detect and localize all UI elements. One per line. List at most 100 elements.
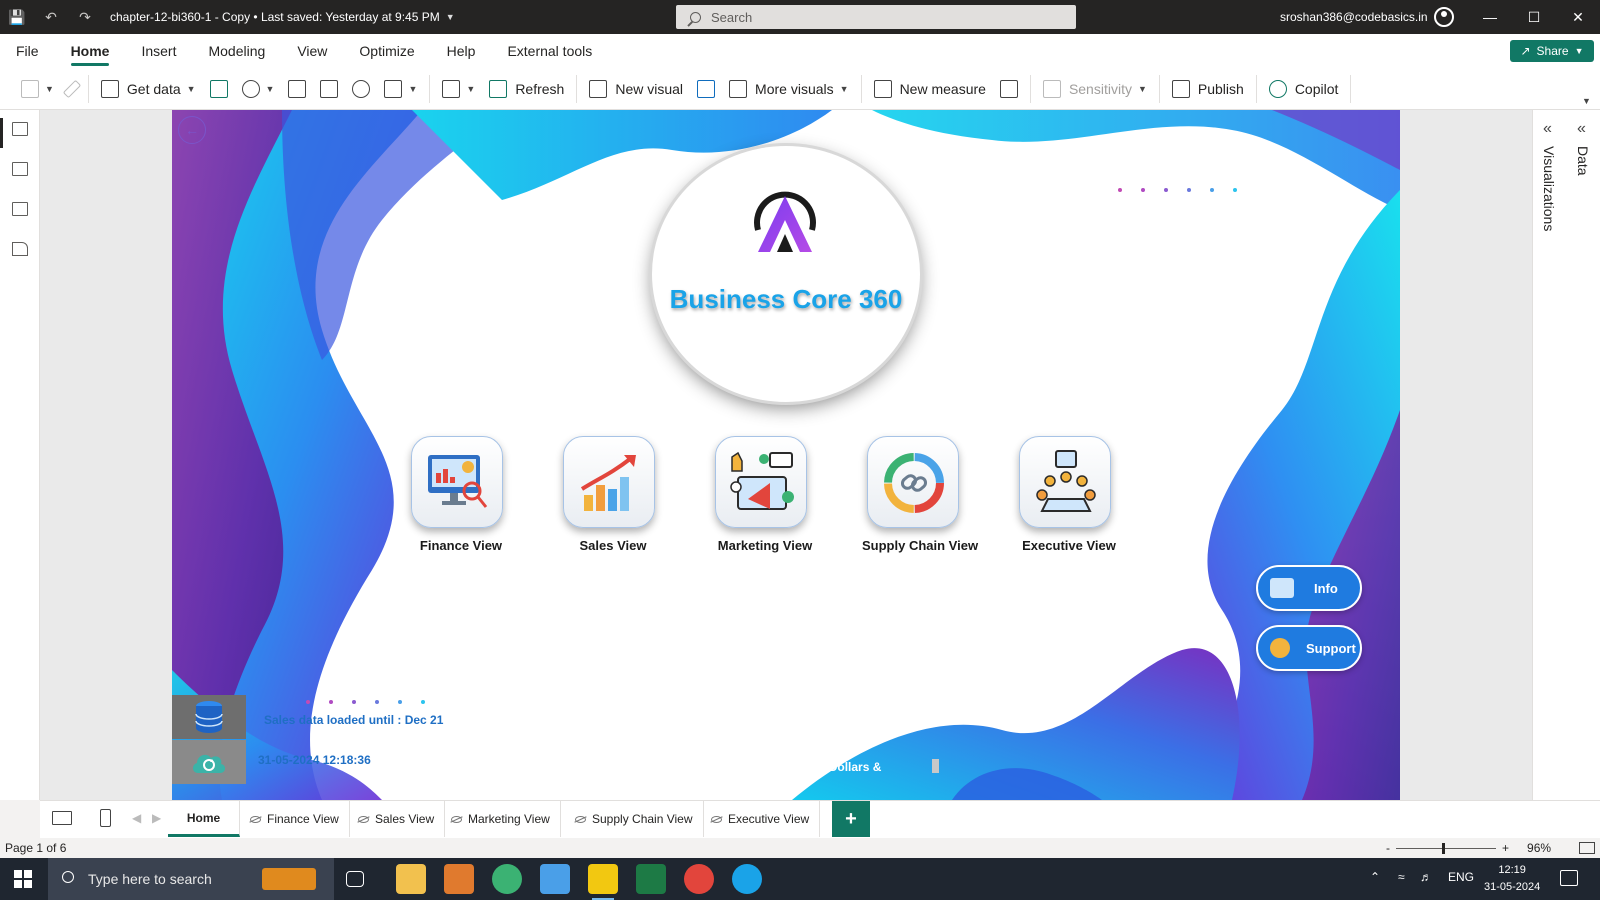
zoom-out-button[interactable]: - — [1386, 841, 1390, 855]
excel-workbook-button[interactable] — [203, 73, 235, 105]
app-title: Business Core 360 — [669, 284, 903, 314]
publish-button[interactable]: Publish — [1165, 73, 1251, 105]
media-player-icon[interactable] — [444, 864, 474, 894]
tab-label: Marketing View — [468, 812, 550, 826]
support-button[interactable]: Support — [1256, 625, 1362, 671]
tray-chevron-up-icon[interactable]: ⌃ — [1370, 870, 1380, 884]
language-indicator[interactable]: ENG — [1448, 870, 1474, 884]
sales-view-button[interactable]: Sales View — [558, 436, 668, 553]
search-box[interactable]: Search — [676, 5, 1076, 29]
zoom-slider[interactable] — [1396, 842, 1496, 854]
marketing-view-button[interactable]: Marketing View — [710, 436, 820, 553]
zoom-slider-knob[interactable] — [1442, 842, 1445, 854]
close-button[interactable]: ✕ — [1556, 0, 1600, 34]
quick-measure-button[interactable] — [993, 73, 1025, 105]
tab-executive-view[interactable]: Executive View — [701, 801, 821, 837]
clock[interactable]: 12:19 31-05-2024 — [1484, 862, 1540, 896]
tab-insert[interactable]: Insert — [125, 34, 192, 68]
fit-to-page-icon[interactable] — [1579, 842, 1596, 854]
expand-chevron-icon[interactable]: « — [1577, 120, 1586, 138]
visualizations-label: Visualizations — [1541, 146, 1557, 232]
hidden-page-icon — [711, 815, 722, 823]
supply-chain-link-icon — [867, 436, 959, 528]
info-button[interactable]: Info — [1256, 565, 1362, 611]
tab-external-tools[interactable]: External tools — [491, 34, 608, 68]
tab-home[interactable]: Home — [55, 34, 126, 68]
text-box-button[interactable] — [690, 73, 722, 105]
volume-icon[interactable]: ♬ — [1420, 870, 1432, 884]
windows-start-icon[interactable] — [14, 870, 32, 888]
transform-data-button[interactable]: ▼ — [435, 73, 482, 105]
edge-icon[interactable] — [732, 864, 762, 894]
scroll-left-icon[interactable]: ◀ — [132, 811, 141, 825]
executive-view-button[interactable]: Executive View — [1014, 436, 1124, 553]
excel-icon[interactable] — [636, 864, 666, 894]
table-view-icon[interactable] — [12, 162, 28, 176]
refresh-button[interactable]: Refresh — [482, 73, 571, 105]
paint-icon[interactable] — [492, 864, 522, 894]
format-painter-button[interactable] — [61, 73, 83, 105]
enter-data-button[interactable] — [313, 73, 345, 105]
tab-home-page[interactable]: Home — [168, 801, 240, 837]
tab-sales-view[interactable]: Sales View — [348, 801, 446, 837]
tab-marketing-view[interactable]: Marketing View — [441, 801, 561, 837]
tab-file[interactable]: File — [0, 34, 55, 68]
sql-button[interactable] — [281, 73, 313, 105]
dataverse-button[interactable] — [345, 73, 377, 105]
more-visuals-button[interactable]: More visuals ▼ — [722, 73, 856, 105]
model-view-icon[interactable] — [12, 202, 28, 216]
visualizations-pane[interactable]: « Visualizations — [1533, 110, 1567, 800]
network-icon[interactable]: ≈ — [1398, 870, 1405, 884]
tab-help[interactable]: Help — [431, 34, 492, 68]
tab-finance-view[interactable]: Finance View — [240, 801, 350, 837]
hidden-page-icon — [575, 815, 586, 823]
avatar[interactable] — [1434, 7, 1454, 27]
more-visuals-label: More visuals — [755, 80, 834, 97]
tab-supply-chain-view[interactable]: Supply Chain View — [565, 801, 704, 837]
collapse-ribbon-chevron-icon[interactable]: ▼ — [1582, 96, 1591, 106]
taskbar-search[interactable]: Type here to search — [48, 858, 334, 900]
minimize-button[interactable]: — — [1468, 0, 1512, 34]
desktop-layout-icon[interactable] — [52, 811, 72, 825]
new-visual-button[interactable]: New visual — [582, 73, 690, 105]
tab-modeling[interactable]: Modeling — [192, 34, 281, 68]
title-chevron-down-icon[interactable]: ▼ — [446, 12, 455, 22]
task-view-icon[interactable] — [346, 871, 364, 887]
paste-button[interactable]: ▼ — [14, 73, 61, 105]
table-icon — [320, 79, 339, 98]
page-tabs-bar: ◀ ▶ Home Finance View Sales View Marketi… — [40, 800, 1600, 838]
get-data-button[interactable]: Get data ▼ — [94, 73, 203, 105]
values-note: Values are in Dollars & — [752, 760, 882, 774]
notifications-icon[interactable] — [1560, 870, 1578, 886]
sensitivity-button[interactable]: Sensitivity ▼ — [1036, 73, 1154, 105]
store-icon[interactable] — [540, 864, 570, 894]
tab-optimize[interactable]: Optimize — [343, 34, 430, 68]
new-measure-button[interactable]: New measure — [867, 73, 993, 105]
power-bi-icon[interactable] — [588, 864, 618, 900]
undo-icon[interactable]: ↶ — [34, 0, 68, 34]
supply-chain-view-button[interactable]: Supply Chain View — [862, 436, 978, 553]
dataverse-icon — [352, 79, 371, 98]
file-explorer-icon[interactable] — [396, 864, 426, 894]
report-view-icon[interactable] — [12, 122, 28, 136]
onelake-button[interactable]: ▼ — [235, 73, 282, 105]
tab-view[interactable]: View — [281, 34, 343, 68]
add-page-button[interactable]: + — [832, 801, 870, 837]
save-icon[interactable]: 💾 — [0, 0, 34, 34]
database-icon — [100, 79, 119, 98]
data-pane[interactable]: « Data — [1567, 110, 1600, 800]
redo-icon[interactable]: ↷ — [68, 0, 102, 34]
dax-query-view-icon[interactable] — [12, 242, 28, 256]
finance-view-button[interactable]: Finance View — [406, 436, 516, 553]
back-arrow-icon[interactable]: ← — [178, 116, 206, 144]
expand-chevron-icon[interactable]: « — [1543, 120, 1552, 138]
scroll-right-icon[interactable]: ▶ — [152, 811, 161, 825]
zoom-in-button[interactable]: + — [1502, 841, 1509, 855]
database-stack-icon — [195, 701, 223, 733]
share-button[interactable]: ↗ Share ▼ — [1510, 40, 1594, 62]
recent-sources-button[interactable]: ▼ — [377, 73, 424, 105]
copilot-button[interactable]: Copilot — [1262, 73, 1346, 105]
mobile-layout-icon[interactable] — [100, 809, 111, 827]
maximize-button[interactable]: ☐ — [1512, 0, 1556, 34]
chrome-icon[interactable] — [684, 864, 714, 894]
